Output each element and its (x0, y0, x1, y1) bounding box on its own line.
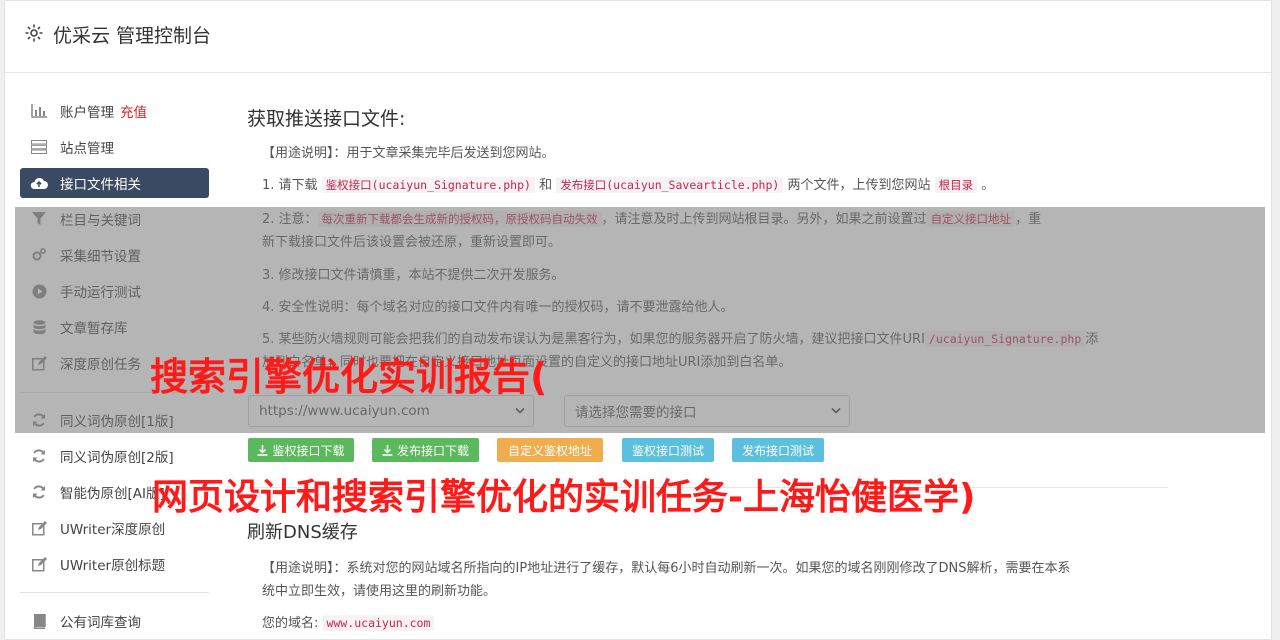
instruction-3: 3. 修改接口文件请慎重，本站不提供二次开发服务。 (262, 268, 565, 283)
watermark-line-2: 网页设计和搜索引擎优化的实训任务-上海怡健医学) (152, 477, 976, 518)
book-icon (30, 612, 48, 630)
publish-api-code: 发布接口(ucaiyun_Savearticle.php) (556, 177, 784, 193)
chevron-down-icon (515, 407, 525, 414)
sidebar-item-account[interactable]: 账户管理 充值 (20, 96, 209, 126)
recharge-link[interactable]: 充值 (120, 101, 147, 121)
auth-api-code: 鉴权接口(ucaiyun_Signature.php) (321, 177, 535, 193)
domain-label: 您的域名: (262, 616, 319, 631)
play-icon (30, 282, 48, 300)
text: 添 (1085, 332, 1099, 347)
edit-icon (30, 519, 48, 537)
sidebar-item-collect-settings[interactable]: 采集细节设置 (20, 240, 209, 270)
text: ，重 (1015, 212, 1042, 227)
refresh-icon (30, 411, 48, 429)
cloud-upload-icon (30, 174, 48, 192)
instruction-4: 4. 安全性说明：每个域名对应的接口文件内有唯一的授权码，请不要泄露给他人。 (262, 300, 734, 315)
button-label: 自定义鉴权地址 (507, 443, 592, 458)
refresh-icon (30, 483, 48, 501)
sidebar-item-label: UWriter深度原创 (60, 522, 166, 538)
section-title-dns: 刷新DNS缓存 (247, 522, 358, 543)
custom-url-code: 自定义接口地址 (926, 211, 1016, 227)
sidebar-item-public-lexicon[interactable]: 公有词库查询 (20, 606, 209, 636)
sidebar-item-label: 账户管理 (60, 105, 114, 121)
sidebar-item-label: 文章暂存库 (60, 321, 128, 337)
sidebar-item-label: 同义词伪原创[1版] (60, 414, 174, 430)
edit-icon (30, 354, 48, 372)
text: 1. 请下载 (262, 178, 318, 193)
sidebar-item-label: 手动运行测试 (60, 285, 141, 301)
refresh-icon (30, 447, 48, 465)
button-label: 发布接口下载 (396, 443, 469, 458)
scrollbar[interactable] (1272, 0, 1280, 640)
usage-label: 【用途说明】 (262, 146, 334, 161)
sidebar-item-synonym-v1[interactable]: 同义词伪原创[1版] (20, 405, 209, 435)
sidebar-item-label: 同义词伪原创[2版] (60, 450, 174, 466)
sidebar-item-synonym-v2[interactable]: 同义词伪原创[2版] (20, 441, 209, 471)
usage-label: 【用途说明】 (262, 561, 334, 576)
sidebar-item-label: UWriter原创标题 (60, 558, 166, 574)
test-publish-api-button[interactable]: 发布接口测试 (732, 438, 824, 462)
root-dir-code: 根目录 (934, 177, 978, 193)
instruction-1: 1. 请下载 鉴权接口(ucaiyun_Signature.php) 和 发布接… (262, 174, 994, 197)
domain-row: 您的域名: www.ucaiyun.com (262, 612, 435, 635)
text: 和 (539, 178, 553, 193)
dns-usage-description: 【用途说明】：系统对您的网站域名所指向的IP地址进行了缓存，默认每6小时自动刷新… (262, 557, 1162, 603)
usage-description: 【用途说明】：用于文章采集完毕后发送到您网站。 (262, 142, 555, 165)
sidebar-item-columns-keywords[interactable]: 栏目与关键词 (20, 204, 209, 234)
button-label: 发布接口测试 (741, 443, 814, 458)
section-title-api-files: 获取推送接口文件: (247, 108, 406, 130)
download-icon (257, 444, 268, 456)
sidebar-divider (20, 592, 209, 593)
button-label: 鉴权接口测试 (631, 443, 704, 458)
usage-text: ：系统对您的网站域名所指向的IP地址进行了缓存，默认每6小时自动刷新一次。如果您… (333, 561, 1071, 576)
filter-icon (30, 210, 48, 228)
chevron-down-icon (831, 407, 841, 414)
sidebar-item-api-files[interactable]: 接口文件相关 (20, 168, 209, 198)
database-icon (30, 318, 48, 336)
instruction-2: 2. 注意： 每次重新下载都会生成新的授权码，原授权码自动失效 ，请注意及时上传到网… (262, 208, 1162, 254)
gear-icon (25, 24, 43, 42)
text: 新下载接口文件后该设置会被还原，重新设置即可。 (262, 235, 562, 250)
download-auth-api-button[interactable]: 鉴权接口下载 (248, 438, 354, 462)
warning-code: 每次重新下载都会生成新的授权码，原授权码自动失效 (317, 211, 602, 227)
text: 两个文件，上传到您网站 (787, 178, 931, 193)
custom-auth-url-button[interactable]: 自定义鉴权地址 (497, 438, 603, 462)
watermark-line-1: 搜索引擎优化实训报告( (150, 355, 548, 399)
sidebar-item-label: 接口文件相关 (60, 177, 141, 193)
edit-icon (30, 555, 48, 573)
download-icon (382, 444, 393, 456)
server-icon (30, 138, 48, 156)
usage-text: 统中立即生效，请使用这里的刷新功能。 (262, 584, 497, 599)
sidebar-item-label: 栏目与关键词 (60, 213, 141, 229)
text: 2. 注意： (262, 212, 318, 227)
cogs-icon (30, 246, 48, 264)
sidebar-item-uwriter-title[interactable]: UWriter原创标题 (20, 549, 209, 579)
usage-text: ：用于文章采集完毕后发送到您网站。 (333, 146, 555, 161)
text: ，请注意及时上传到网站根目录。另外，如果之前设置过 (601, 212, 927, 227)
main-content: 获取推送接口文件: 【用途说明】：用于文章采集完毕后发送到您网站。 1. 请下载… (244, 0, 1168, 640)
api-select-value: 请选择您需要的接口 (575, 405, 697, 421)
text: 。 (981, 178, 995, 193)
bar-chart-icon (30, 102, 48, 120)
text: 5. 某些防火墙规则可能会把我们的自动发布误认为是黑客行为，如果您的服务器开启了… (262, 332, 925, 347)
sidebar-item-label: 站点管理 (60, 141, 114, 157)
download-publish-api-button[interactable]: 发布接口下载 (372, 438, 479, 462)
domain-select-value: https://www.ucaiyun.com (259, 403, 430, 419)
sidebar-item-label: 采集细节设置 (60, 249, 141, 265)
sidebar-item-manual-run[interactable]: 手动运行测试 (20, 276, 209, 306)
sidebar-item-label: 深度原创任务 (60, 357, 141, 373)
signature-uri-code: /ucaiyun_Signature.php (924, 331, 1086, 347)
button-label: 鉴权接口下载 (272, 443, 345, 458)
sidebar-item-article-store[interactable]: 文章暂存库 (20, 312, 209, 342)
test-auth-api-button[interactable]: 鉴权接口测试 (622, 438, 714, 462)
sidebar-item-label: 智能伪原创[AI版] (60, 486, 165, 502)
sidebar-item-sites[interactable]: 站点管理 (20, 132, 209, 162)
sidebar-item-label: 公有词库查询 (60, 615, 141, 631)
app-title: 优采云 管理控制台 (53, 25, 212, 47)
api-select[interactable]: 请选择您需要的接口 (564, 395, 850, 427)
domain-value: www.ucaiyun.com (322, 615, 435, 631)
